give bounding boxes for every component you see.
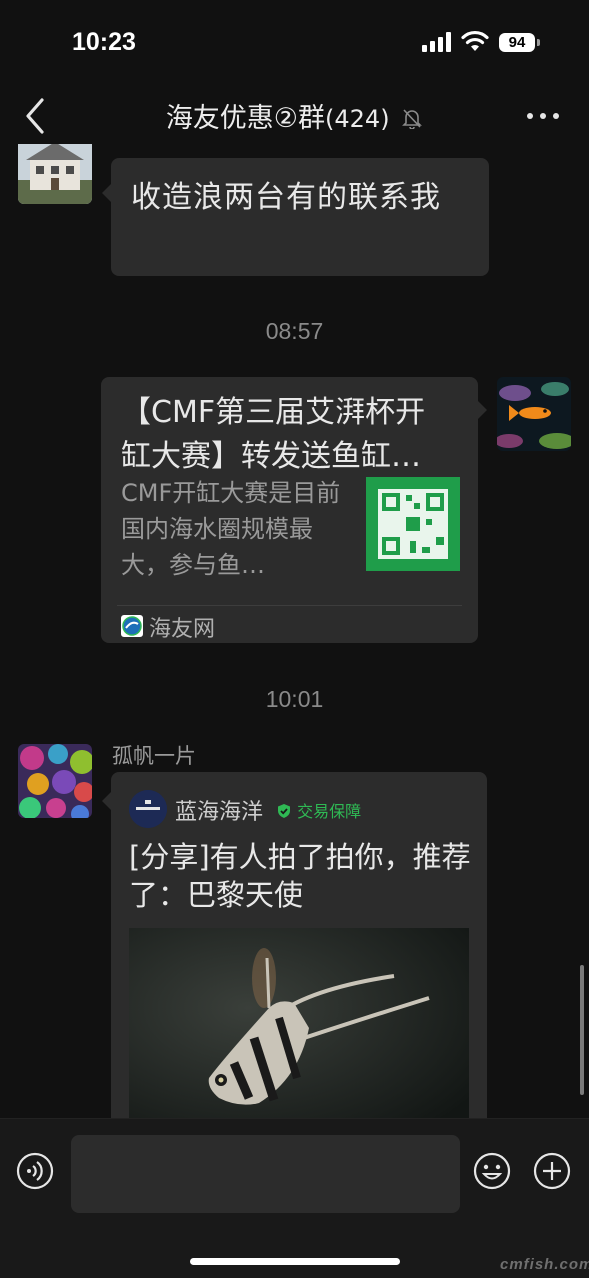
link-card-thumbnail [366, 477, 460, 571]
share-cover-image [129, 928, 469, 1118]
status-bar: 10:23 94 [0, 0, 589, 88]
account-avatar [129, 790, 167, 828]
source-logo-icon [121, 615, 143, 637]
scrollbar[interactable] [580, 965, 584, 1095]
signal-icon [422, 32, 451, 52]
member-avatar-coral[interactable] [18, 744, 92, 818]
plus-circle-icon[interactable] [533, 1152, 571, 1190]
shield-check-icon [278, 804, 290, 818]
share-title: [分享]有人拍了拍你，推荐了：巴黎天使 [129, 840, 471, 912]
house-photo-icon [18, 144, 92, 204]
link-card-title: 【CMF第三届艾湃杯开缸大赛】转发送鱼缸… [121, 395, 426, 474]
sender-name: 孤帆一片 [112, 744, 196, 768]
chat-title[interactable]: 海友优惠②群(424) [0, 96, 589, 135]
coral-photo-icon [18, 744, 92, 818]
more-button[interactable] [524, 106, 564, 126]
smile-icon[interactable] [473, 1152, 511, 1190]
voice-icon[interactable] [16, 1152, 54, 1190]
message-list[interactable]: 收造浪两台有的联系我 08:57 【CMF第三届艾湃杯开缸大赛】转发送鱼缸… C… [0, 144, 589, 1118]
bubble-tail [478, 401, 487, 419]
message-bubble-text[interactable]: 收造浪两台有的联系我 [102, 158, 489, 276]
fish-photo-icon [497, 377, 571, 451]
message-link-card[interactable]: 【CMF第三届艾湃杯开缸大赛】转发送鱼缸… CMF开缸大赛是目前国内海水圈规模最… [101, 377, 487, 643]
angelfish-photo-icon [129, 928, 469, 1118]
bubble-tail [102, 792, 111, 810]
watermark: cmfish.com [500, 1256, 589, 1273]
badge-label: 交易保障 [297, 802, 362, 821]
chat-screen: 10:23 94 海友优惠②群(424) 收造浪两台有的联系我 08:57 【C… [0, 0, 589, 1278]
wifi-icon [461, 30, 489, 51]
message-share-card[interactable]: 蓝海海洋 交易保障 [分享]有人拍了拍你，推荐了：巴黎天使 [102, 772, 487, 1118]
member-count: (424) [325, 105, 390, 133]
bell-slash-icon [402, 109, 423, 129]
trade-guarantee-badge: 交易保障 [276, 798, 361, 822]
timestamp: 10:01 [265, 686, 324, 712]
message-input[interactable] [71, 1135, 460, 1213]
input-bar [0, 1118, 589, 1278]
status-time: 10:23 [72, 28, 136, 56]
link-card-divider [117, 605, 462, 606]
account-name: 蓝海海洋 [175, 800, 264, 825]
nav-bar: 海友优惠②群(424) [0, 88, 589, 144]
qr-code-icon [366, 477, 460, 571]
battery-indicator: 94 [499, 33, 535, 52]
message-text: 收造浪两台有的联系我 [131, 180, 441, 215]
battery-tip [537, 39, 540, 46]
own-avatar-fish[interactable] [497, 377, 571, 451]
bubble-tail [102, 184, 111, 202]
home-indicator[interactable] [190, 1258, 400, 1265]
member-avatar-house[interactable] [18, 144, 92, 204]
link-card-source: 海友网 [149, 617, 216, 642]
timestamp: 08:57 [265, 318, 324, 344]
link-card-description: CMF开缸大赛是目前国内海水圈规模最大，参与鱼… [121, 479, 341, 579]
group-name: 海友优惠②群 [165, 103, 326, 134]
